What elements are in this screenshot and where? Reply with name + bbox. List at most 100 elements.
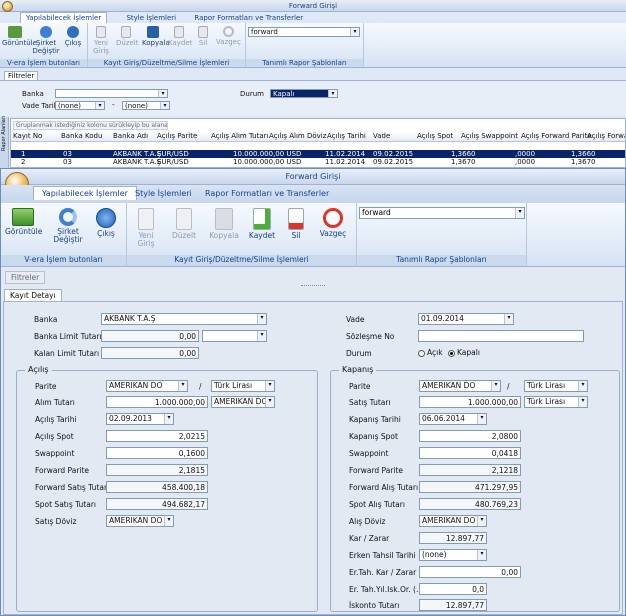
- early-profit-field[interactable]: 0,00: [419, 566, 521, 578]
- table-row[interactable]: 1 03 AKBANK T.A.Ş EUR/USD 10.000.000,00 …: [11, 150, 625, 158]
- chevron-down-icon: ▾: [504, 314, 513, 324]
- grid-col-vade[interactable]: Vade: [373, 132, 390, 140]
- profit-loss-field[interactable]: 12.897,77: [419, 532, 487, 544]
- front-tab-operations[interactable]: Yapılabilecek İşlemler: [33, 186, 137, 200]
- early-collection-date-picker[interactable]: (none) ▾: [419, 549, 487, 561]
- grid-col-alim-tutari[interactable]: Açılış Alım Tutarı: [211, 132, 268, 140]
- back-save-button[interactable]: Kaydet: [168, 26, 192, 48]
- grid-col-fwd2[interactable]: Açılış Forwa...: [587, 132, 625, 140]
- back-template-value: forward: [251, 28, 278, 36]
- grid-col-spot[interactable]: Açılış Spot: [417, 132, 453, 140]
- spot-sale-field[interactable]: 494.682,17: [106, 498, 208, 510]
- back-group-templates: forward ▾ Tanımlı Rapor Şablonları: [246, 23, 364, 67]
- back-delete-button[interactable]: Sil: [194, 26, 212, 48]
- chevron-down-icon: ▾: [257, 314, 266, 324]
- closing-swap-field[interactable]: 0,0418: [419, 447, 521, 459]
- bank-limit-field[interactable]: 0,00: [101, 330, 199, 342]
- front-delete-button[interactable]: Sil: [285, 208, 307, 240]
- opening-swap-field[interactable]: 0,1600: [106, 447, 208, 459]
- forward-purchase-field[interactable]: 471.297,95: [419, 481, 521, 493]
- bank-limit-currency-select[interactable]: ▾: [202, 330, 267, 342]
- back-bank-select[interactable]: ▾: [55, 89, 168, 98]
- grid-col-fwd[interactable]: Açılış Forward Parite: [521, 132, 592, 140]
- status-open-label: Açık: [427, 348, 443, 357]
- front-copy-button[interactable]: Kopyala: [207, 208, 241, 240]
- front-exit-button[interactable]: Çıkış: [91, 208, 121, 238]
- opening-date-value: 02.09.2013: [109, 414, 152, 423]
- closing-purchase-currency-select[interactable]: AMERIKAN DO ▾: [419, 515, 487, 527]
- grid-col-tarih[interactable]: Açılış Tarihi: [327, 132, 366, 140]
- forward-sale-field[interactable]: 458.400,18: [106, 481, 208, 493]
- cell: 2: [21, 158, 26, 166]
- grid-col-kayit[interactable]: Kayıt No: [13, 132, 42, 140]
- grid-col-banka-kodu[interactable]: Banka Kodu: [61, 132, 102, 140]
- front-tab-style[interactable]: Style İşlemleri: [127, 187, 200, 200]
- grid-col-swap[interactable]: Açılış Swappoint: [461, 132, 518, 140]
- back-edit-button[interactable]: Düzelt: [116, 26, 139, 48]
- closing-section: Kapanış Parite AMERIKAN DO ▾ / Türk Liras…: [330, 365, 620, 612]
- status-open-radio[interactable]: Açık: [418, 348, 443, 357]
- remaining-limit-field[interactable]: 0,00: [101, 347, 199, 359]
- early-annual-rate-field[interactable]: 0,0: [419, 583, 487, 595]
- status-closed-radio[interactable]: Kapalı: [448, 348, 480, 357]
- sale-amount-currency-select[interactable]: Türk Lirası ▾: [524, 396, 588, 408]
- back-view-button[interactable]: Görüntüle: [2, 26, 37, 48]
- back-ribbon: Görüntüle Şirket Değiştir Çıkış V-era İş…: [0, 23, 626, 68]
- front-tab-reports[interactable]: Rapor Formatları ve Transferler: [197, 187, 337, 200]
- sale-currency-select[interactable]: AMERIKAN DO ▾: [106, 515, 174, 527]
- back-due-to-value: (none): [125, 102, 148, 110]
- front-edit-label: Düzelt: [171, 231, 197, 240]
- closing-pair-quote-select[interactable]: Türk Lirası ▾: [524, 380, 588, 392]
- front-switch-button[interactable]: Şirket Değiştir: [51, 208, 85, 245]
- front-filter-tab[interactable]: Filtreler: [5, 271, 46, 284]
- purchase-amount-field[interactable]: 1.000.000,00: [106, 396, 208, 408]
- opening-spot-field[interactable]: 2,0215: [106, 430, 208, 442]
- front-view-button[interactable]: Görüntüle: [5, 208, 42, 236]
- contract-no-field[interactable]: [418, 330, 584, 342]
- back-tab-style[interactable]: Style İşlemleri: [121, 13, 181, 23]
- grid-col-parite[interactable]: Açılış Parite: [157, 132, 197, 140]
- due-date-picker[interactable]: 01.09.2014 ▾: [418, 313, 514, 325]
- table-row[interactable]: 2 03 AKBANK T.A.Ş EUR/USD 10.000.000,00 …: [11, 158, 625, 166]
- front-template-select[interactable]: forward ▾: [359, 207, 525, 219]
- back-due-from[interactable]: (none) ▾: [55, 101, 105, 110]
- grid-col-alim-doviz[interactable]: Açılış Alım Döviz: [269, 132, 326, 140]
- closing-pair-base-select[interactable]: AMERIKAN DO ▾: [419, 380, 501, 392]
- front-detail-tab[interactable]: Kayıt Detayı: [4, 289, 62, 301]
- bank-select[interactable]: AKBANK T.A.Ş ▾: [101, 313, 267, 325]
- purchase-currency-select[interactable]: AMERIKAN DO ▾: [211, 396, 275, 408]
- back-cancel-button[interactable]: Vazgeç: [216, 26, 241, 47]
- back-tab-reports[interactable]: Rapor Formatları ve Transferler: [189, 13, 308, 23]
- back-due-to[interactable]: (none) ▾: [122, 101, 170, 110]
- spot-purchase-field[interactable]: 480.769,23: [419, 498, 521, 510]
- front-save-button[interactable]: Kaydet: [247, 208, 277, 240]
- back-switch-button[interactable]: Şirket Değiştir: [32, 26, 60, 55]
- closing-forward-field[interactable]: 2,1218: [419, 464, 521, 476]
- opening-forward-field[interactable]: 2,1815: [106, 464, 208, 476]
- back-tab-operations[interactable]: Yapılabilecek İşlemler: [20, 12, 108, 23]
- splitter-grip[interactable]: [301, 285, 325, 287]
- closing-spot-field[interactable]: 2,0800: [419, 430, 521, 442]
- front-save-label: Kaydet: [248, 231, 276, 240]
- front-edit-button[interactable]: Düzelt: [169, 208, 199, 240]
- delete-icon: [198, 26, 208, 38]
- switch-icon: [59, 208, 77, 226]
- front-new-button[interactable]: Yeni Giriş: [131, 208, 161, 249]
- back-exit-button[interactable]: Çıkış: [62, 26, 84, 48]
- sale-amount-field[interactable]: 1.000.000,00: [419, 396, 521, 408]
- opening-pair-quote-select[interactable]: Türk Lirası ▾: [211, 380, 275, 392]
- back-grid-header: Kayıt No Banka Kodu Banka Adı Açılış Par…: [11, 132, 625, 142]
- back-copy-button[interactable]: Kopyala: [142, 26, 170, 48]
- front-cancel-button[interactable]: Vazgeç: [317, 208, 349, 238]
- back-template-select[interactable]: forward ▾: [248, 27, 360, 37]
- grid-col-banka-adi[interactable]: Banka Adı: [113, 132, 148, 140]
- back-status-select[interactable]: Kapalı ▾: [270, 89, 338, 98]
- closing-date-picker[interactable]: 06.06.2014 ▾: [419, 413, 487, 425]
- cell: 1,3670: [571, 158, 596, 166]
- back-new-button[interactable]: Yeni Giriş: [91, 26, 111, 55]
- discount-amount-field[interactable]: 12.897,77: [419, 599, 487, 611]
- opening-date-picker[interactable]: 02.09.2013 ▾: [106, 413, 174, 425]
- opening-legend: Açılış: [25, 365, 52, 374]
- opening-pair-base-select[interactable]: AMERIKAN DO ▾: [106, 380, 188, 392]
- chevron-down-icon: ▾: [328, 90, 337, 97]
